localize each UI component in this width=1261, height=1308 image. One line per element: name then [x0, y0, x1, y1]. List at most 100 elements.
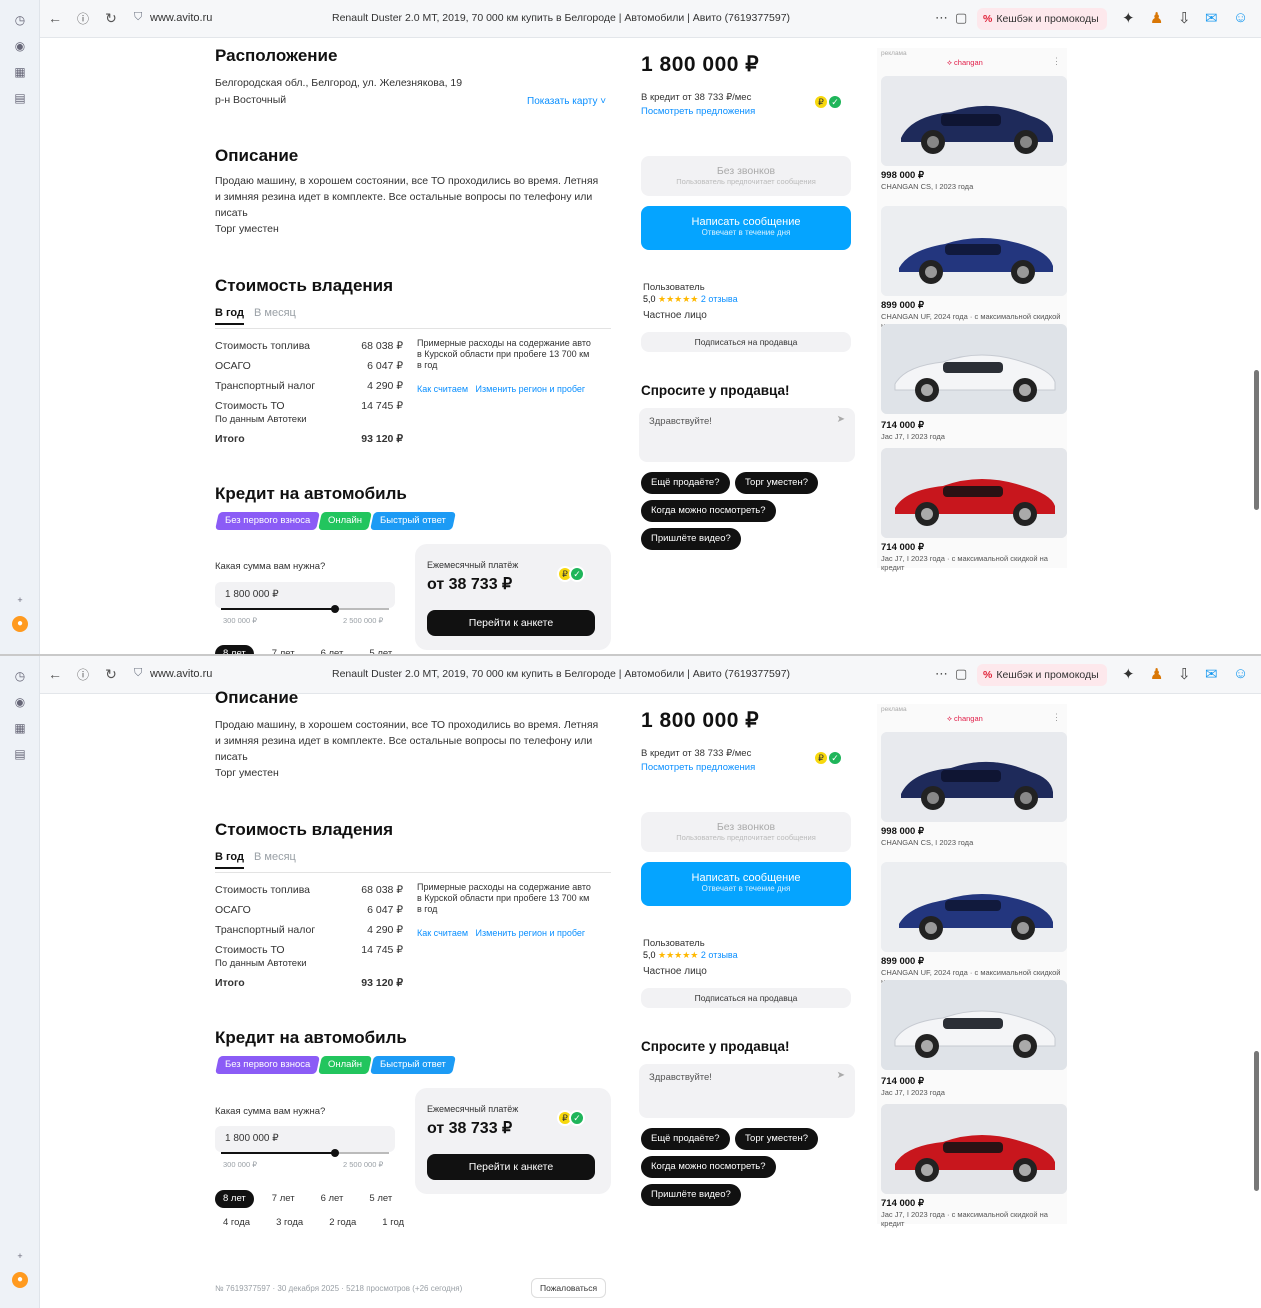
car-image[interactable] — [881, 448, 1067, 538]
term-chip[interactable]: 7 лет — [264, 1190, 303, 1208]
sum-input[interactable]: 1 800 000 ₽ — [215, 1126, 395, 1152]
more-options-icon[interactable]: ⋮ — [1052, 712, 1061, 723]
bookmark-icon[interactable]: ▢ — [955, 10, 967, 26]
offers-link[interactable]: Посмотреть предложения — [641, 104, 755, 119]
write-message-button[interactable]: Написать сообщение Отвечает в течение дн… — [641, 862, 851, 906]
quick-question-chip[interactable]: Торг уместен? — [735, 1128, 818, 1150]
extension-bird-icon[interactable]: ✦ — [1122, 9, 1135, 27]
term-chip[interactable]: 6 лет — [313, 645, 352, 654]
quick-question-chip[interactable]: Когда можно посмотреть? — [641, 500, 776, 522]
ask-input[interactable]: Здравствуйте! ➤ — [639, 408, 855, 462]
show-map-link[interactable]: Показать карту ˅ — [527, 94, 606, 109]
extension-figure-icon[interactable]: ♟ — [1150, 665, 1163, 683]
reviews-link[interactable]: 2 отзыва — [701, 950, 738, 960]
bookmark-icon[interactable]: ▢ — [955, 666, 967, 682]
quick-question-chip[interactable]: Пришлёте видео? — [641, 528, 741, 550]
how-we-count-link[interactable]: Как считаем — [417, 384, 468, 394]
how-we-count-link[interactable]: Как считаем — [417, 928, 468, 938]
extension-chat-icon[interactable]: ✉ — [1205, 665, 1218, 683]
info-icon[interactable]: ⓘ — [74, 666, 92, 683]
term-chip[interactable]: 4 года — [215, 1214, 258, 1232]
play-icon[interactable]: ◉ — [12, 38, 28, 54]
info-icon[interactable]: ⓘ — [74, 10, 92, 27]
extension-chat-icon[interactable]: ✉ — [1205, 9, 1218, 27]
tab-month[interactable]: В месяц — [254, 851, 296, 863]
quick-question-chip[interactable]: Торг уместен? — [735, 472, 818, 494]
downloads-icon[interactable]: ⇩ — [1178, 665, 1191, 683]
history-icon[interactable]: ◷ — [12, 12, 28, 28]
term-chip[interactable]: 8 лет — [215, 645, 254, 654]
profile-icon[interactable]: ☺ — [1233, 9, 1248, 26]
car-image[interactable] — [881, 862, 1067, 952]
term-chip[interactable]: 5 лет — [361, 1190, 400, 1208]
ask-input[interactable]: Здравствуйте! ➤ — [639, 1064, 855, 1118]
sum-input[interactable]: 1 800 000 ₽ — [215, 582, 395, 608]
promo-button[interactable]: % Кешбэк и промокоды — [977, 664, 1107, 686]
address-host[interactable]: www.avito.ru — [150, 12, 212, 24]
plus-icon[interactable]: + — [12, 1248, 28, 1264]
reviews-link[interactable]: 2 отзыва — [701, 294, 738, 304]
slider-knob[interactable] — [331, 605, 340, 613]
offers-link[interactable]: Посмотреть предложения — [641, 760, 755, 775]
term-chip[interactable]: 8 лет — [215, 1190, 254, 1208]
back-icon[interactable]: ← — [46, 10, 64, 26]
play-icon[interactable]: ◉ — [12, 694, 28, 710]
term-chip[interactable]: 3 года — [268, 1214, 311, 1232]
promo-button[interactable]: % Кешбэк и промокоды — [977, 8, 1107, 30]
tab-year[interactable]: В год — [215, 851, 244, 869]
send-icon[interactable]: ➤ — [837, 414, 845, 425]
alice-icon[interactable]: ● — [12, 616, 28, 632]
quick-question-chip[interactable]: Когда можно посмотреть? — [641, 1156, 776, 1178]
history-icon[interactable]: ◷ — [12, 668, 28, 684]
send-icon[interactable]: ➤ — [837, 1070, 845, 1081]
subscribe-button[interactable]: Подписаться на продавца — [641, 988, 851, 1008]
scrollbar-thumb[interactable] — [1254, 370, 1259, 510]
term-chip[interactable]: 7 лет — [264, 645, 303, 654]
term-chip[interactable]: 1 год — [374, 1214, 412, 1232]
apply-button[interactable]: Перейти к анкете — [427, 1154, 595, 1180]
more-icon[interactable]: ⋯ — [935, 666, 948, 682]
back-icon[interactable]: ← — [46, 666, 64, 682]
car-image[interactable] — [881, 206, 1067, 296]
complain-button[interactable]: Пожаловаться — [531, 1278, 607, 1298]
change-region-link[interactable]: Изменить регион и пробег — [476, 928, 586, 938]
term-chip[interactable]: 6 лет — [313, 1190, 352, 1208]
extension-bird-icon[interactable]: ✦ — [1122, 665, 1135, 683]
collections-icon[interactable]: ▦ — [12, 720, 28, 736]
extension-figure-icon[interactable]: ♟ — [1150, 9, 1163, 27]
car-image[interactable] — [881, 324, 1067, 414]
car-image[interactable] — [881, 1104, 1067, 1194]
plus-icon[interactable]: + — [12, 592, 28, 608]
quick-question-chip[interactable]: Пришлёте видео? — [641, 1184, 741, 1206]
no-calls-button[interactable]: Без звонков Пользователь предпочитает со… — [641, 812, 851, 852]
term-chip[interactable]: 2 года — [321, 1214, 364, 1232]
scrollbar-thumb[interactable] — [1254, 1051, 1259, 1191]
no-calls-button[interactable]: Без звонков Пользователь предпочитает со… — [641, 156, 851, 196]
notes-icon[interactable]: ▤ — [12, 90, 28, 106]
write-message-button[interactable]: Написать сообщение Отвечает в течение дн… — [641, 206, 851, 250]
apply-button[interactable]: Перейти к анкете — [427, 610, 595, 636]
notes-icon[interactable]: ▤ — [12, 746, 28, 762]
change-region-link[interactable]: Изменить регион и пробег — [476, 384, 586, 394]
term-chip[interactable]: 5 лет — [361, 645, 400, 654]
car-image[interactable] — [881, 732, 1067, 822]
more-options-icon[interactable]: ⋮ — [1052, 56, 1061, 67]
alice-icon[interactable]: ● — [12, 1272, 28, 1288]
slider-knob[interactable] — [331, 1149, 340, 1157]
quick-question-chip[interactable]: Ещё продаёте? — [641, 1128, 730, 1150]
downloads-icon[interactable]: ⇩ — [1178, 9, 1191, 27]
car-image[interactable] — [881, 76, 1067, 166]
more-icon[interactable]: ⋯ — [935, 10, 948, 26]
sum-slider[interactable] — [221, 1149, 389, 1157]
reload-icon[interactable]: ↻ — [102, 666, 120, 683]
tab-year[interactable]: В год — [215, 307, 244, 325]
sum-slider[interactable] — [221, 605, 389, 613]
quick-question-chip[interactable]: Ещё продаёте? — [641, 472, 730, 494]
subscribe-button[interactable]: Подписаться на продавца — [641, 332, 851, 352]
address-host[interactable]: www.avito.ru — [150, 668, 212, 680]
car-image[interactable] — [881, 980, 1067, 1070]
collections-icon[interactable]: ▦ — [12, 64, 28, 80]
tab-month[interactable]: В месяц — [254, 307, 296, 319]
profile-icon[interactable]: ☺ — [1233, 665, 1248, 682]
reload-icon[interactable]: ↻ — [102, 10, 120, 27]
